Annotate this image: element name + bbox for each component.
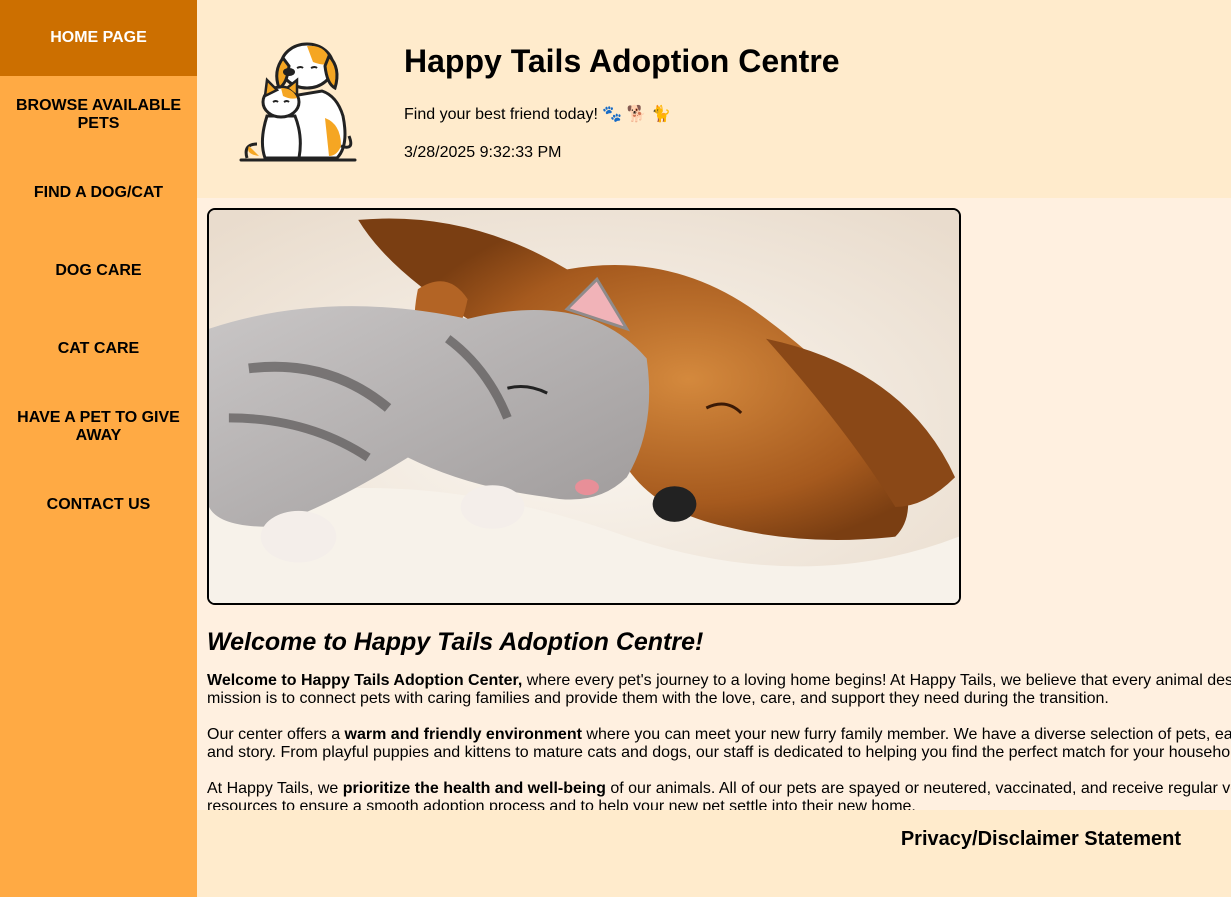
current-datetime: 3/28/2025 9:32:33 PM [404, 144, 562, 161]
environment-paragraph: Our center offers a warm and friendly en… [207, 726, 1231, 762]
nav-contact-us[interactable]: CONTACT US [0, 466, 197, 544]
intro-bold: Welcome to Happy Tails Adoption Center, [207, 672, 523, 689]
hero-kitten-puppy-image [207, 208, 961, 605]
nav-dog-care[interactable]: DOG CARE [0, 232, 197, 310]
health-text-pre: At Happy Tails, we [207, 780, 343, 797]
environment-bold: warm and friendly environment [344, 726, 582, 743]
tagline: Find your best friend today! 🐾 🐕 🐈 [404, 106, 671, 123]
nav-give-away[interactable]: HAVE A PET TO GIVE AWAY [0, 388, 197, 466]
main-content: Welcome to Happy Tails Adoption Centre! … [197, 198, 1231, 810]
dog-cat-logo-icon [237, 36, 363, 166]
sidebar-nav: HOME PAGE BROWSE AVAILABLE PETS FIND A D… [0, 0, 197, 897]
nav-cat-care[interactable]: CAT CARE [0, 310, 197, 388]
welcome-text: Welcome to Happy Tails Adoption Center, … [207, 672, 1231, 810]
page-header: Happy Tails Adoption Centre Find your be… [197, 0, 1231, 198]
environment-text-pre: Our center offers a [207, 726, 345, 743]
health-paragraph: At Happy Tails, we prioritize the health… [207, 780, 1231, 810]
welcome-heading: Welcome to Happy Tails Adoption Centre! [207, 628, 704, 656]
site-title: Happy Tails Adoption Centre [404, 43, 840, 79]
nav-home-page[interactable]: HOME PAGE [0, 0, 197, 76]
nav-find-dog-cat[interactable]: FIND A DOG/CAT [0, 154, 197, 232]
page-footer: Privacy/Disclaimer Statement [197, 810, 1231, 897]
intro-paragraph: Welcome to Happy Tails Adoption Center, … [207, 672, 1231, 708]
privacy-disclaimer-link[interactable]: Privacy/Disclaimer Statement [901, 828, 1181, 851]
health-bold: prioritize the health and well-being [342, 780, 606, 797]
nav-browse-available-pets[interactable]: BROWSE AVAILABLE PETS [0, 76, 197, 154]
